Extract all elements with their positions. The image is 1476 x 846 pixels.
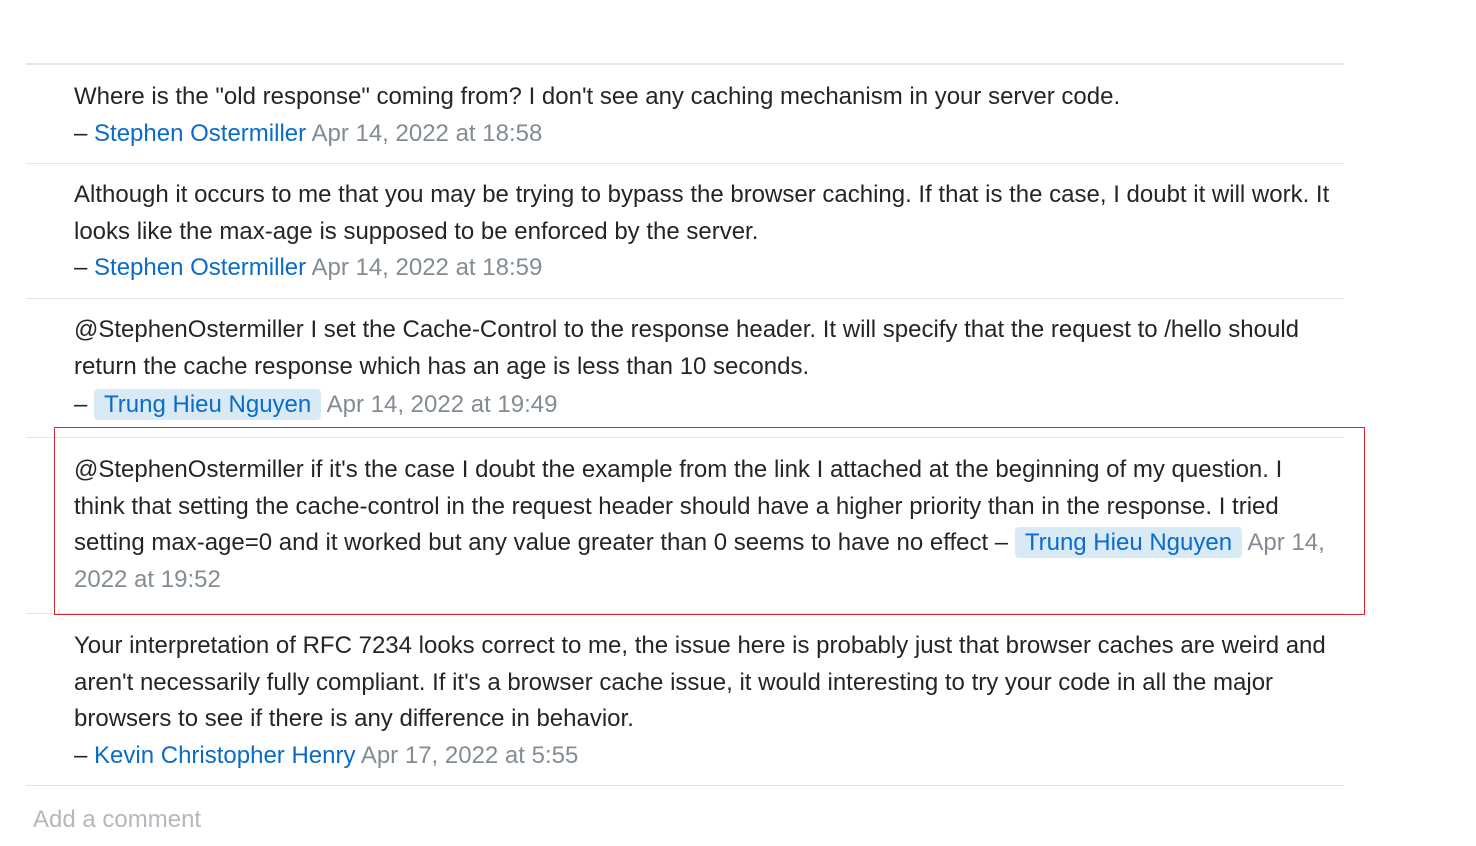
comment-date[interactable]: Apr 14, 2022 at 19:49 [327,391,558,418]
add-comment-link[interactable]: Add a comment [33,806,201,834]
comment-dash: – [74,741,88,769]
comment-user-link-op[interactable]: Trung Hieu Nguyen [1014,527,1243,558]
comment-highlighted: @StephenOstermiller if it's the case I d… [26,438,1344,614]
comment-user-link[interactable]: Stephen Ostermiller [94,120,306,147]
comment-meta: – Kevin Christopher Henry Apr 17, 2022 a… [74,738,1334,775]
comment-dash: – [74,391,88,418]
comment-user-link[interactable]: Kevin Christopher Henry [94,742,355,769]
comments-list: Where is the "old response" coming from?… [26,63,1344,786]
comment-text: Although it occurs to me that you may be… [74,181,1330,245]
comment: Where is the "old response" coming from?… [26,65,1344,164]
comment-dash: – [74,119,88,147]
comment-meta: – Trung Hieu Nguyen Apr 14, 2022 at 19:4… [74,387,1334,424]
comment-dash: – [74,254,88,281]
comment-text: @StephenOstermiller I set the Cache-Cont… [74,316,1300,380]
comment-dash: – [994,529,1009,556]
comment-date[interactable]: Apr 14, 2022 at 18:59 [311,254,542,281]
comment-user-link[interactable]: Stephen Ostermiller [94,254,306,281]
comment-date[interactable]: Apr 17, 2022 at 5:55 [361,742,579,769]
comment-date[interactable]: Apr 14, 2022 at 18:58 [311,120,542,147]
comment-text: Where is the "old response" coming from?… [74,83,1121,110]
comment-user-link-op[interactable]: Trung Hieu Nguyen [94,389,322,420]
comment: @StephenOstermiller I set the Cache-Cont… [26,299,1344,438]
comment: Your interpretation of RFC 7234 looks co… [26,614,1344,786]
comment-meta: – Stephen Ostermiller Apr 14, 2022 at 18… [74,116,1334,153]
comment-meta: – Stephen Ostermiller Apr 14, 2022 at 18… [74,250,1334,287]
comment-text: Your interpretation of RFC 7234 looks co… [74,632,1326,732]
comment: Although it occurs to me that you may be… [26,164,1344,299]
